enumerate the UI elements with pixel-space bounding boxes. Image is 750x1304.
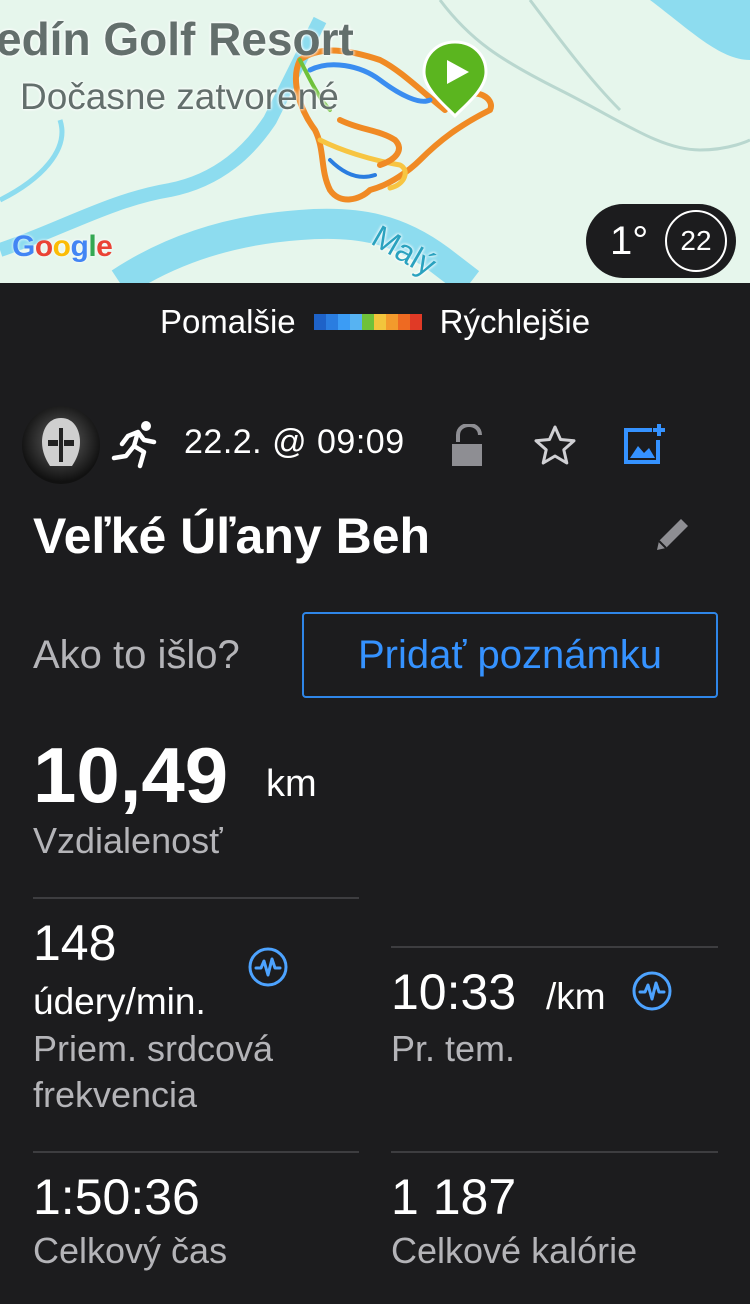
- legend-color-swatch: [337, 314, 350, 330]
- legend-slower: Pomalšie: [159, 303, 296, 340]
- weather-temperature: 1°: [610, 218, 649, 263]
- stream-shape: [0, 119, 65, 203]
- calories-label: Celkové kalórie: [391, 1230, 638, 1271]
- total-time-value: 1:50:36: [33, 1169, 200, 1225]
- calories-value: 1 187: [391, 1169, 517, 1225]
- pace-unit: /km: [546, 976, 606, 1017]
- google-logo: Google: [12, 230, 113, 263]
- heart-rate-label-line1: Priem. srdcová: [33, 1028, 274, 1069]
- heart-rate-label: Priem. srdcová frekvencia: [33, 1026, 273, 1118]
- legend-color-swatch: [361, 314, 374, 330]
- total-time-label: Celkový čas: [33, 1230, 228, 1271]
- legend-color-swatch: [409, 314, 422, 330]
- pace-label: Pr. tem.: [391, 1028, 516, 1069]
- lake-shape: [650, 0, 750, 60]
- activity-map[interactable]: edín Golf Resort Dočasne zatvorené Malý …: [0, 0, 750, 283]
- road-shape-2: [528, 0, 622, 112]
- legend-color-swatch: [385, 314, 398, 330]
- legend-color-swatch: [397, 314, 410, 330]
- avatar-image: [42, 418, 80, 466]
- heart-rate-sensor-icon: [247, 946, 289, 993]
- start-marker-icon: [422, 40, 488, 119]
- divider: [391, 1151, 718, 1153]
- wind-speed: 22: [680, 225, 712, 256]
- legend-color-swatch: [325, 314, 338, 330]
- add-note-button[interactable]: Pridať poznámku: [302, 612, 718, 698]
- map-place-name: edín Golf Resort: [0, 13, 354, 65]
- legend-color-swatch: [373, 314, 386, 330]
- edit-pencil-icon[interactable]: [653, 514, 693, 559]
- legend-faster: Rýchlejšie: [439, 303, 591, 340]
- heart-rate-label-line2: frekvencia: [33, 1074, 198, 1115]
- divider: [33, 897, 359, 899]
- pace-legend: Pomalšie Rýchlejšie: [0, 300, 750, 344]
- heart-rate-unit: údery/min.: [33, 981, 206, 1022]
- activity-date: 22.2. @ 09:09: [184, 423, 405, 461]
- weather-badge[interactable]: 1° 22: [586, 204, 736, 278]
- legend-color-bar: [313, 314, 422, 330]
- add-photo-icon[interactable]: [622, 422, 668, 471]
- pace-value: 10:33: [391, 964, 517, 1020]
- distance-label: Vzdialenosť: [33, 820, 223, 861]
- distance-value: 10,49: [33, 731, 229, 819]
- avatar[interactable]: [22, 406, 100, 484]
- star-icon[interactable]: [533, 424, 577, 471]
- heart-rate-value: 148: [33, 915, 117, 971]
- running-icon: [110, 418, 162, 475]
- map-place-status: Dočasne zatvorené: [20, 76, 339, 117]
- wind-indicator: 22: [665, 210, 727, 272]
- divider: [33, 1151, 359, 1153]
- legend-color-swatch: [349, 314, 362, 330]
- distance-unit: km: [266, 763, 317, 805]
- activity-title: Veľké Úľany Beh: [33, 508, 431, 564]
- pace-sensor-icon: [631, 970, 673, 1017]
- legend-color-swatch: [313, 314, 326, 330]
- divider: [391, 946, 718, 948]
- how-did-it-go-prompt: Ako to išlo?: [33, 633, 240, 677]
- unlock-icon[interactable]: [450, 422, 486, 473]
